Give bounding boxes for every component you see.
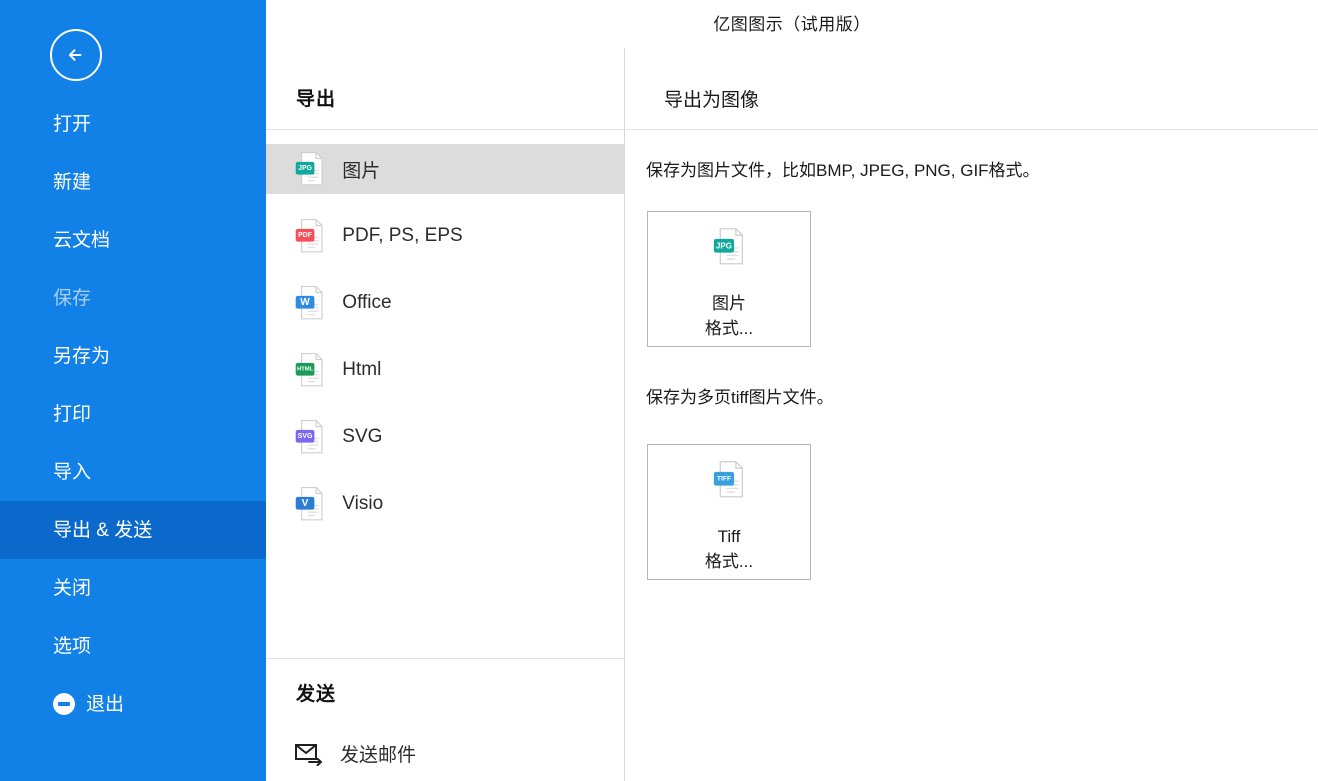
html-file-icon: HTML xyxy=(294,351,326,388)
card-label-line2: 格式... xyxy=(704,552,754,572)
sidebar-item-label: 关闭 xyxy=(53,577,92,599)
back-button[interactable] xyxy=(50,29,102,81)
export-item-[interactable]: JPG 图片 xyxy=(266,144,624,194)
export-item-html[interactable]: HTML Html xyxy=(266,345,624,395)
sidebar-item-label: 云文档 xyxy=(53,229,111,251)
envelope-send-icon xyxy=(294,742,324,766)
sidebar-item-label: 打印 xyxy=(53,403,92,425)
export-item-label: SVG xyxy=(342,426,383,447)
card-label-line1: 图片 xyxy=(712,294,746,314)
export-panel-heading: 导出 xyxy=(296,89,337,110)
sidebar-item-label: 新建 xyxy=(53,171,92,193)
sidebar-item-new[interactable]: 新建 xyxy=(0,153,266,211)
send-mail-label: 发送邮件 xyxy=(340,745,417,766)
card-label-line2: 格式... xyxy=(704,319,754,339)
sidebar-item-export-send[interactable]: 导出 & 发送 xyxy=(0,501,266,559)
pdf-file-icon: PDF xyxy=(294,217,326,254)
exit-circle-icon xyxy=(53,693,75,715)
sidebar-item-save-as[interactable]: 另存为 xyxy=(0,327,266,385)
sidebar-item-label: 选项 xyxy=(53,635,92,657)
svg-text:PDF: PDF xyxy=(298,232,312,239)
svg-text:W: W xyxy=(300,297,310,308)
detail-panel: 导出为图像 保存为图片文件，比如BMP, JPEG, PNG, GIF格式。 J… xyxy=(626,48,1318,781)
jpg-file-icon: JPG xyxy=(294,150,326,187)
export-panel: 导出 JPG 图片 PDF PDF, PS, EPS W Office HTML Html SV… xyxy=(266,48,625,781)
svg-file-icon: SVG xyxy=(294,418,326,455)
description-image-formats: 保存为图片文件，比如BMP, JPEG, PNG, GIF格式。 xyxy=(646,161,1040,180)
export-item-label: Visio xyxy=(342,493,384,514)
backstage-sidebar: 打开新建云文档保存另存为打印导入导出 & 发送 关闭选项退出 xyxy=(0,0,266,781)
export-item-pdf-ps-eps[interactable]: PDF PDF, PS, EPS xyxy=(266,211,624,261)
sidebar-item-close[interactable]: 关闭 xyxy=(0,559,266,617)
visio-file-icon: V xyxy=(294,485,326,522)
sidebar-item-label: 另存为 xyxy=(53,345,111,367)
sidebar-item-open[interactable]: 打开 xyxy=(0,95,266,153)
svg-text:V: V xyxy=(302,498,309,509)
sidebar-item-label: 打开 xyxy=(53,113,92,135)
export-item-label: Html xyxy=(342,359,382,380)
export-item-label: PDF, PS, EPS xyxy=(342,225,463,246)
sidebar-item-label: 退出 xyxy=(86,693,125,715)
image-format-card[interactable]: JPG 图片 格式... xyxy=(647,211,811,347)
sidebar-item-cloud-docs[interactable]: 云文档 xyxy=(0,211,266,269)
export-item-visio[interactable]: V Visio xyxy=(266,479,624,529)
svg-text:SVG: SVG xyxy=(298,433,313,440)
svg-text:JPG: JPG xyxy=(298,165,312,172)
sidebar-item-exit[interactable]: 退出 xyxy=(0,675,266,733)
send-mail-item[interactable]: 发送邮件 xyxy=(294,740,416,767)
divider xyxy=(626,129,1318,130)
office-file-icon: W xyxy=(294,284,326,321)
sidebar-item-print[interactable]: 打印 xyxy=(0,385,266,443)
send-panel-heading: 发送 xyxy=(296,684,337,705)
title-bar: 亿图图示（试用版） xyxy=(266,0,1318,48)
export-item-label: Office xyxy=(342,292,392,313)
divider xyxy=(266,129,624,130)
description-tiff-format: 保存为多页tiff图片文件。 xyxy=(646,388,834,407)
export-type-list: JPG 图片 PDF PDF, PS, EPS W Office HTML Html SVG SV… xyxy=(266,144,624,546)
svg-text:HTML: HTML xyxy=(297,367,313,373)
sidebar-item-label: 导入 xyxy=(53,461,92,483)
arrow-left-circle-icon xyxy=(62,41,90,69)
sidebar-item-label: 保存 xyxy=(53,287,92,309)
card-label-line1: Tiff xyxy=(717,527,741,547)
sidebar-item-label: 导出 & 发送 xyxy=(53,519,153,541)
backstage-view: 亿图图示（试用版） 打开 新建 云文档 保存 另存为 打印 导入 导出 & 发送 关闭 选项 退出 … xyxy=(0,0,1318,781)
svg-text:JPG: JPG xyxy=(715,241,731,250)
export-item-svg[interactable]: SVG SVG xyxy=(266,412,624,462)
jpg-file-icon: JPG xyxy=(712,226,747,271)
sidebar-item-import[interactable]: 导入 xyxy=(0,443,266,501)
sidebar-nav: 打开新建云文档保存另存为打印导入导出 & 发送 关闭选项退出 xyxy=(0,95,266,733)
divider xyxy=(266,658,624,659)
window-title: 亿图图示（试用版） xyxy=(713,15,871,34)
sidebar-item-save: 保存 xyxy=(0,269,266,327)
tiff-file-icon: TIFF xyxy=(712,459,747,504)
detail-panel-heading: 导出为图像 xyxy=(664,90,760,111)
tiff-format-card[interactable]: TIFF Tiff 格式... xyxy=(647,444,811,580)
export-item-office[interactable]: W Office xyxy=(266,278,624,328)
svg-text:TIFF: TIFF xyxy=(716,475,730,482)
sidebar-item-options[interactable]: 选项 xyxy=(0,617,266,675)
export-item-label: 图片 xyxy=(342,160,381,182)
